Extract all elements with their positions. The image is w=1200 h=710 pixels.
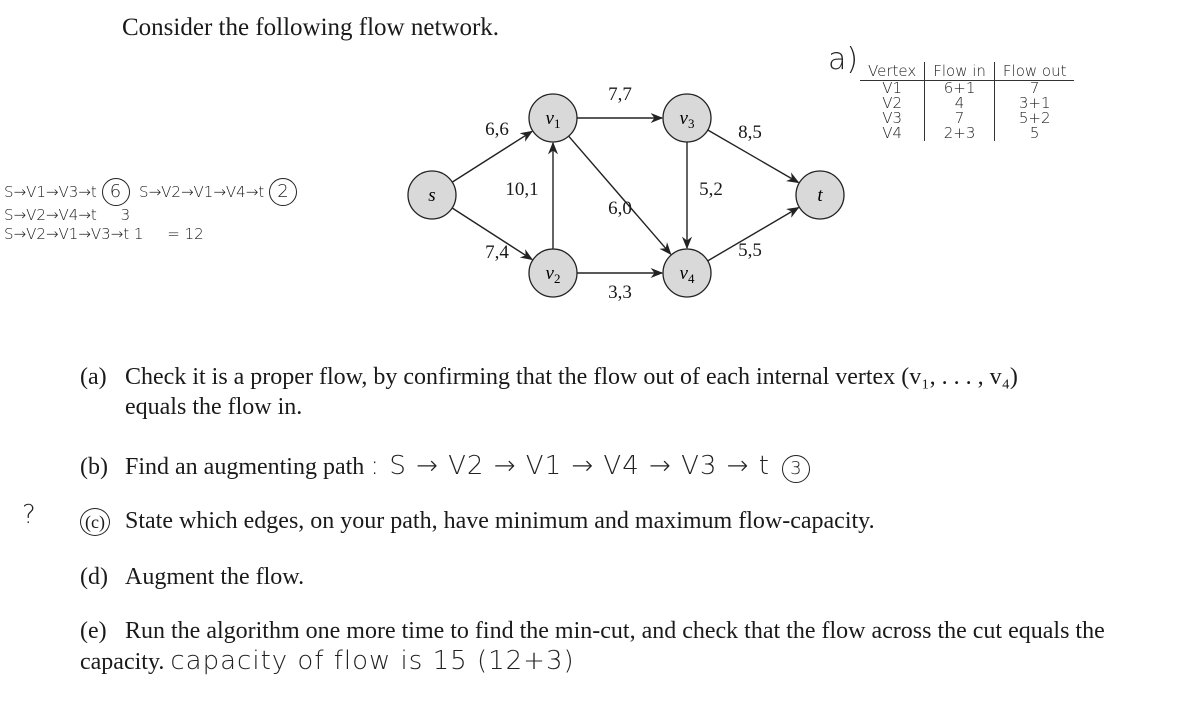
path-value: 2 — [268, 178, 297, 206]
margin-question-mark: ? — [22, 500, 36, 530]
path-value: 1 — [133, 225, 144, 243]
header-flow-in: Flow in — [924, 62, 995, 81]
node-v2: v2 — [528, 248, 578, 298]
node-label-t: t — [817, 185, 823, 206]
question-c: (c) State which edges, on your path, have… — [80, 506, 875, 536]
path-line: S→V2→V1→V3→t 1 = 12 — [4, 225, 204, 243]
flow-table: Vertex Flow in Flow out V1 6+1 7 V2 4 3+… — [860, 62, 1075, 141]
edge-label-v3-v4: 5,2 — [699, 179, 723, 200]
path-value: 3 — [120, 206, 131, 224]
question-a: (a) Check it is a proper flow, by confirm… — [80, 364, 1018, 420]
path-value: 6 — [101, 178, 130, 206]
question-e: (e) Run the algorithm one more time to fi… — [80, 618, 1105, 676]
edge-label-v4-t: 5,5 — [738, 240, 762, 261]
edge-label-v1-v4: 6,0 — [608, 198, 632, 219]
node-v4: v4 — [662, 248, 712, 298]
edge-label-v2-v1: 10,1 — [505, 179, 538, 200]
augmenting-path-answer: : S → V2 → V1 → V4 → V3 → t — [370, 451, 770, 481]
header-vertex: Vertex — [860, 62, 925, 81]
handwritten-paths: S→V1→V3→t 6 S→V2→V1→V4→t 2 S→V2→V4→t 3 S… — [4, 178, 297, 244]
node-s: s — [407, 170, 457, 220]
flow-network-diagram: s v1 v2 v3 v4 t 6,6 7,4 10,1 7,7 6,0 3,3 5,2 8,5 5,5 — [407, 84, 845, 303]
edge-label-s-v1: 6,6 — [485, 119, 509, 140]
node-v1: v1 — [528, 93, 578, 143]
capacity-answer: capacity of flow is 15 (12+3) — [170, 646, 575, 676]
edge-v1-v4 — [568, 135, 672, 256]
node-v3: v3 — [662, 93, 712, 143]
node-label-s: s — [428, 185, 435, 206]
header-flow-out: Flow out — [993, 62, 1075, 81]
total-flow: = 12 — [167, 225, 204, 243]
edge-label-v1-v3: 7,7 — [608, 84, 632, 105]
edge-label-s-v2: 7,4 — [485, 242, 509, 263]
answer-a-label: a) — [828, 42, 859, 77]
question-d: (d) Augment the flow. — [80, 564, 305, 590]
path-line: S→V1→V3→t 6 S→V2→V1→V4→t 2 — [4, 178, 297, 206]
edge-label-v2-v4: 3,3 — [608, 282, 632, 303]
question-b: (b) Find an augmenting path : S → V2 → V1… — [80, 451, 810, 483]
path-line: S→V2→V4→t 3 — [4, 206, 131, 224]
table-row: V4 2+3 5 — [860, 126, 1075, 141]
edge-label-v3-t: 8,5 — [738, 122, 762, 143]
augment-value: 3 — [781, 455, 810, 483]
node-t: t — [795, 170, 845, 220]
